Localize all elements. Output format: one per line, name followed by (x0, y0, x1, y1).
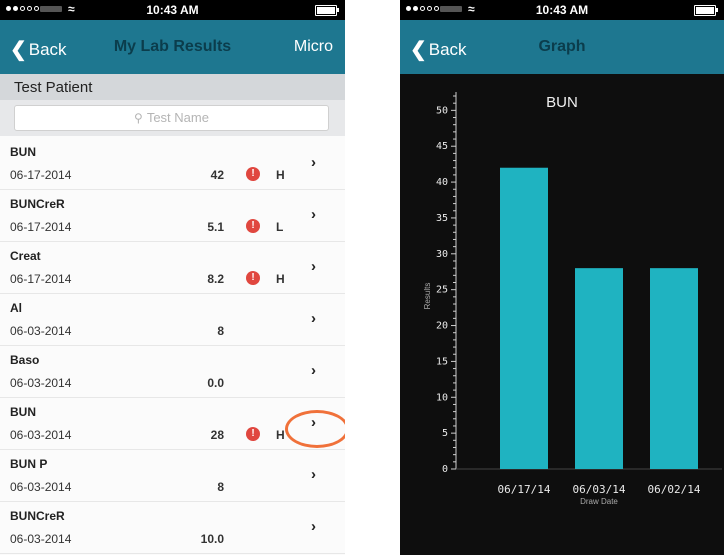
test-value: 42 (210, 168, 224, 182)
search-bar: ⚲ Test Name (0, 100, 345, 136)
bar-chart: BUN 0 5 10 15 20 25 30 35 40 45 50 Results 06/17/14 0… (400, 74, 724, 555)
test-date: 06-17-2014 (10, 272, 72, 286)
y-tick-label: 35 (436, 213, 448, 224)
test-name: BUN P (10, 457, 48, 471)
chevron-right-icon[interactable]: › (311, 466, 316, 483)
x-tick-label: 06/02/14 (648, 483, 701, 496)
test-date: 06-03-2014 (10, 376, 72, 390)
y-tick-label: 45 (436, 141, 448, 152)
test-name: Al (10, 301, 22, 315)
chevron-right-icon[interactable]: › (311, 258, 316, 275)
x-tick-label: 06/03/14 (573, 483, 626, 496)
y-tick-label: 5 (442, 428, 448, 439)
chart-bar (575, 268, 623, 469)
lab-results-screen: ≈ 10:43 AM ❮ Back My Lab Results Micro Te… (0, 0, 345, 555)
alert-icon: ! (246, 427, 260, 441)
chart-bar (650, 268, 698, 469)
test-value: 0.0 (207, 376, 224, 390)
y-tick-label: 10 (436, 392, 448, 403)
y-tick-label: 40 (436, 177, 448, 188)
nav-bar: ❮ Back My Lab Results Micro (0, 20, 345, 74)
patient-name: Test Patient (14, 79, 93, 96)
battery-icon (315, 5, 339, 16)
test-date: 06-03-2014 (10, 480, 72, 494)
test-name: Creat (10, 249, 41, 263)
test-value: 8 (217, 324, 224, 338)
nav-bar: ❮ Back Graph (400, 20, 724, 74)
y-tick-label: 20 (436, 321, 448, 332)
x-tick-label: 06/17/14 (498, 483, 551, 496)
alert-icon: ! (246, 219, 260, 233)
page-title: Graph (538, 38, 586, 55)
micro-button[interactable]: Micro (294, 38, 333, 56)
y-tick-label: 50 (436, 105, 448, 116)
abnormal-flag: L (276, 220, 284, 234)
test-date: 06-17-2014 (10, 220, 72, 234)
test-name: BUNCreR (10, 509, 65, 523)
test-date: 06-03-2014 (10, 324, 72, 338)
search-input[interactable]: ⚲ Test Name (14, 105, 329, 131)
test-value: 5.1 (207, 220, 224, 234)
test-name: Baso (10, 353, 40, 367)
status-time: 10:43 AM (535, 3, 589, 17)
list-item[interactable]: BUNCreR 06-17-2014 5.1! L › (0, 189, 345, 242)
chevron-right-icon[interactable]: › (311, 154, 316, 171)
test-value: 8 (217, 480, 224, 494)
list-item[interactable]: BUN P 06-03-2014 8 › (0, 449, 345, 502)
test-date: 06-17-2014 (10, 168, 72, 182)
abnormal-flag: H (276, 168, 285, 182)
status-bar: ≈ 10:43 AM (400, 0, 724, 20)
list-item[interactable]: Al 06-03-2014 8 › (0, 293, 345, 346)
test-value: 10.0 (200, 532, 224, 546)
test-value: 8.2 (207, 272, 224, 286)
list-item[interactable]: BUNCreR 06-03-2014 10.0 › (0, 501, 345, 554)
y-axis-label: Results (423, 283, 432, 310)
x-axis-label: Draw Date (580, 497, 618, 506)
test-name: BUNCreR (10, 197, 65, 211)
alert-icon: ! (246, 271, 260, 285)
list-item[interactable]: Creat 06-17-2014 8.2! H › (0, 241, 345, 294)
chevron-right-icon[interactable]: › (311, 518, 316, 535)
chart-bar (500, 167, 548, 469)
chevron-right-icon[interactable]: › (311, 206, 316, 223)
status-bar: ≈ 10:43 AM (0, 0, 345, 20)
graph-screen: ≈ 10:43 AM ❮ Back Graph BUN 0 5 10 15 20 25 30 3… (400, 0, 724, 555)
status-time: 10:43 AM (146, 3, 199, 17)
chevron-right-icon[interactable]: › (311, 362, 316, 379)
chevron-right-icon[interactable]: › (311, 310, 316, 327)
test-value: 28 (210, 428, 224, 442)
search-icon: ⚲ (134, 111, 143, 125)
alert-icon: ! (246, 167, 260, 181)
test-name: BUN (10, 145, 36, 159)
y-tick-label: 30 (436, 249, 448, 260)
y-tick-label: 25 (436, 285, 448, 296)
search-placeholder: Test Name (146, 110, 209, 125)
patient-header: Test Patient (0, 74, 345, 100)
battery-icon (694, 5, 718, 16)
abnormal-flag: H (276, 272, 285, 286)
callout-circle (285, 410, 345, 448)
abnormal-flag: H (276, 428, 285, 442)
chart-canvas: 0 5 10 15 20 25 30 35 40 45 50 Results 06/17/14 06/03… (423, 92, 722, 506)
list-item[interactable]: Baso 06-03-2014 0.0 › (0, 345, 345, 398)
test-date: 06-03-2014 (10, 532, 72, 546)
y-tick-label: 0 (442, 464, 448, 475)
test-date: 06-03-2014 (10, 428, 72, 442)
y-tick-label: 15 (436, 356, 448, 367)
list-item[interactable]: BUN 06-17-2014 42! H › (0, 137, 345, 190)
test-name: BUN (10, 405, 36, 419)
